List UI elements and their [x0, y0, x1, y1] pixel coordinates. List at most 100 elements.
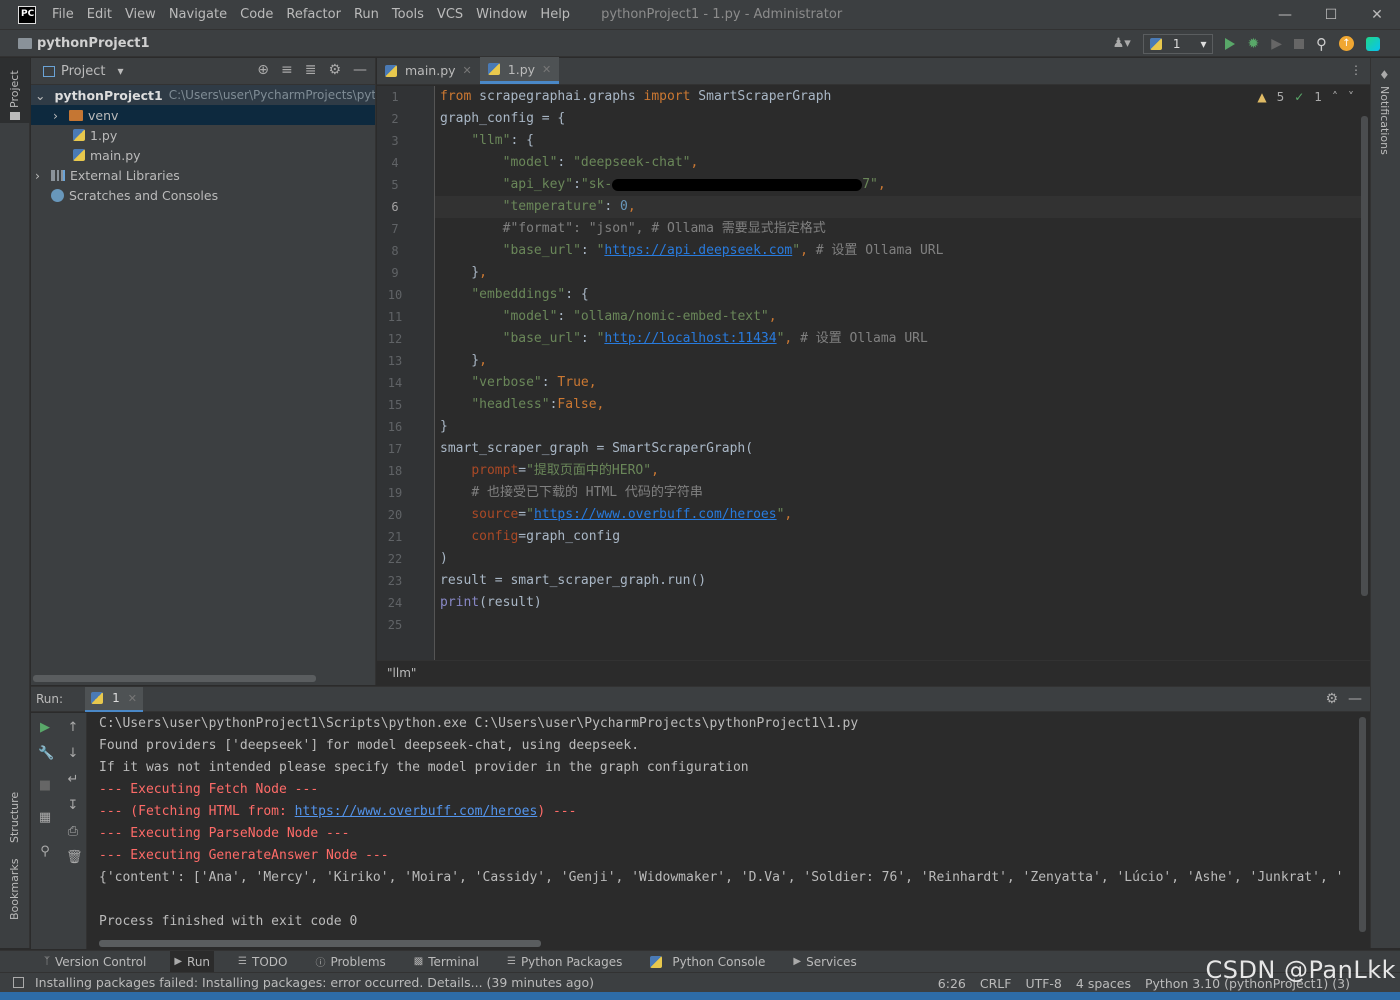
- menu-run[interactable]: Run: [354, 7, 379, 22]
- jetbrains-toolbox-icon[interactable]: [1366, 36, 1380, 51]
- tree-item-venv[interactable]: › venv: [31, 105, 375, 125]
- minimize-icon[interactable]: —: [1262, 0, 1308, 30]
- console-line: C:\Users\user\pythonProject1\Scripts\pyt…: [99, 716, 859, 731]
- console-link[interactable]: https://www.overbuff.com/heroes: [295, 804, 538, 819]
- project-horizontal-scrollbar[interactable]: [33, 675, 316, 682]
- close-tab-icon[interactable]: ✕: [542, 63, 551, 76]
- tree-item-mainpy[interactable]: main.py: [31, 145, 375, 165]
- user-icon[interactable]: ♟▾: [1113, 36, 1131, 51]
- status-toggle-icon[interactable]: [13, 977, 24, 988]
- arrow-up-icon[interactable]: ↑: [66, 721, 80, 735]
- code-line: "model": "deepseek-chat",: [502, 155, 699, 170]
- tree-item-external-libraries[interactable]: › External Libraries: [31, 165, 375, 185]
- run-tab[interactable]: 1 ✕: [85, 686, 143, 712]
- tab-python-packages[interactable]: ☰ Python Packages: [503, 951, 626, 973]
- close-tab-icon[interactable]: ✕: [128, 692, 137, 705]
- bell-icon[interactable]: ♦: [1379, 68, 1390, 82]
- hide-panel-icon[interactable]: —: [353, 62, 367, 78]
- arrow-down-icon[interactable]: ↓: [66, 747, 80, 761]
- inspection-widget[interactable]: ▲ 5 ✓ 1 ˄ ˅: [1257, 90, 1354, 104]
- tab-terminal[interactable]: ▩ Terminal: [410, 951, 483, 973]
- debug-icon[interactable]: ✹: [1247, 36, 1259, 52]
- soft-wrap-icon[interactable]: ↵: [66, 773, 80, 787]
- tab-services[interactable]: ▶ Services: [789, 951, 860, 973]
- structure-tool-tab[interactable]: Structure: [8, 792, 21, 843]
- close-icon[interactable]: ✕: [1354, 0, 1400, 30]
- project-view-select[interactable]: Project: [61, 64, 105, 79]
- tree-root[interactable]: ⌄ pythonProject1 C:\Users\user\PycharmPr…: [31, 85, 375, 105]
- tab-python-console[interactable]: Python Console: [646, 951, 769, 973]
- project-tool-tab[interactable]: Project: [8, 70, 21, 108]
- run-configuration-select[interactable]: 1 ▾: [1142, 33, 1214, 54]
- menu-file[interactable]: File: [52, 7, 74, 22]
- tree-item-1py[interactable]: 1.py: [31, 125, 375, 145]
- menu-edit[interactable]: Edit: [87, 7, 112, 22]
- console-horizontal-scrollbar[interactable]: [99, 940, 541, 947]
- tab-main-py[interactable]: main.py ✕: [377, 57, 480, 84]
- collapse-all-icon[interactable]: ≣: [305, 62, 317, 78]
- rerun-icon[interactable]: ▶: [38, 721, 52, 735]
- editor-vertical-scrollbar[interactable]: [1361, 116, 1368, 596]
- project-breadcrumb[interactable]: pythonProject1: [18, 36, 150, 51]
- menu-code[interactable]: Code: [240, 7, 273, 22]
- tab-run[interactable]: ▶ Run: [170, 950, 215, 973]
- pin-icon[interactable]: ⚲: [38, 845, 52, 859]
- wrench-icon[interactable]: 🔧: [38, 747, 54, 761]
- stop-icon[interactable]: ■: [38, 779, 52, 793]
- gear-icon[interactable]: ⚙: [328, 62, 341, 78]
- menu-window[interactable]: Window: [476, 7, 527, 22]
- python-file-icon: [487, 63, 500, 75]
- run-config-label: 1: [1172, 36, 1181, 51]
- tab-problems[interactable]: ⓘ Problems: [311, 951, 389, 973]
- caret-position[interactable]: 6:26: [938, 976, 966, 991]
- close-tab-icon[interactable]: ✕: [463, 64, 472, 77]
- locate-icon[interactable]: ⊕: [257, 62, 269, 78]
- bookmarks-tool-tab[interactable]: Bookmarks: [8, 859, 21, 920]
- code-editor[interactable]: 1 2 3 4 5 6 7 8 9 10 11 12 13 14 15 16 17 18 19 20 21 22 23 24 2…: [377, 86, 1370, 660]
- indent-setting[interactable]: 4 spaces: [1076, 976, 1131, 991]
- menu-navigate[interactable]: Navigate: [169, 7, 227, 22]
- gear-icon[interactable]: ⚙: [1325, 691, 1338, 707]
- chevron-down-icon[interactable]: ▾: [117, 64, 123, 78]
- search-icon[interactable]: ⚲: [1316, 35, 1327, 53]
- run-tool-window: Run: 1 ✕ ⚙ — ▶ 🔧 ■ ▦ ⚲ ↑ ↓ ↵ ↧ ⎙ 🗑 C:\Us…: [31, 686, 1370, 949]
- print-icon[interactable]: ⎙: [66, 825, 80, 839]
- ok-count: 1: [1314, 90, 1322, 104]
- hide-panel-icon[interactable]: —: [1348, 691, 1362, 707]
- status-message[interactable]: Installing packages failed: Installing p…: [35, 975, 594, 990]
- more-tabs-icon[interactable]: ⋮: [1350, 63, 1362, 77]
- scroll-to-end-icon[interactable]: ↧: [66, 799, 80, 813]
- menu-tools[interactable]: Tools: [392, 7, 424, 22]
- layout-icon[interactable]: ▦: [38, 811, 52, 825]
- right-tool-stripe: ♦ Notifications: [1370, 58, 1400, 948]
- line-separator[interactable]: CRLF: [980, 976, 1012, 991]
- chevron-down-icon[interactable]: ⌄: [35, 88, 45, 103]
- file-encoding[interactable]: UTF-8: [1025, 976, 1061, 991]
- menu-view[interactable]: View: [125, 7, 156, 22]
- tab-version-control[interactable]: ᛉ Version Control: [40, 951, 150, 973]
- menu-help[interactable]: Help: [540, 7, 570, 22]
- run-icon[interactable]: [1225, 37, 1236, 50]
- tree-item-label: main.py: [90, 147, 141, 163]
- trash-icon[interactable]: 🗑: [66, 851, 83, 865]
- chevron-right-icon[interactable]: ›: [35, 168, 51, 183]
- chevron-down-icon[interactable]: ˅: [1348, 90, 1354, 104]
- editor-breadcrumb[interactable]: "llm": [377, 660, 1370, 685]
- stop-icon[interactable]: [1294, 38, 1304, 49]
- chevron-up-icon[interactable]: ˄: [1332, 90, 1338, 104]
- tab-1-py[interactable]: 1.py ✕: [479, 57, 560, 84]
- tree-item-scratches[interactable]: Scratches and Consoles: [31, 185, 375, 205]
- expand-all-icon[interactable]: ≡: [281, 62, 293, 78]
- notifications-tool-tab[interactable]: Notifications: [1378, 86, 1391, 155]
- maximize-icon[interactable]: ☐: [1308, 0, 1354, 30]
- menu-vcs[interactable]: VCS: [437, 7, 463, 22]
- coverage-icon[interactable]: ▶: [1271, 36, 1282, 52]
- chevron-right-icon[interactable]: ›: [53, 108, 69, 123]
- update-icon[interactable]: ↑: [1339, 36, 1354, 51]
- tab-todo[interactable]: ☰ TODO: [234, 951, 291, 973]
- pycharm-logo-icon[interactable]: PC: [18, 5, 36, 24]
- info-icon: ⓘ: [315, 958, 326, 969]
- menu-refactor[interactable]: Refactor: [286, 7, 341, 22]
- breadcrumb-item[interactable]: "llm": [387, 666, 416, 680]
- console-vertical-scrollbar[interactable]: [1359, 717, 1366, 932]
